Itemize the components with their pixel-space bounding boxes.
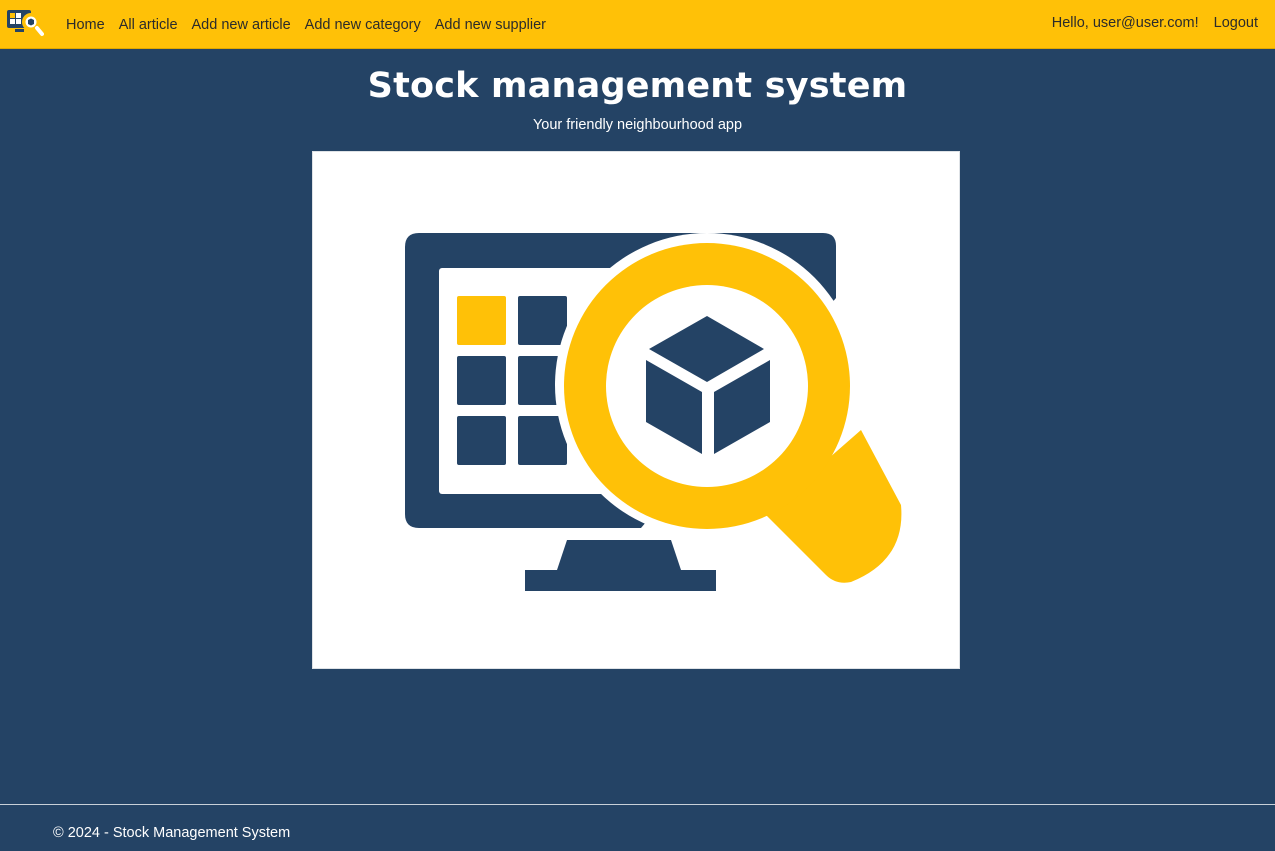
nav-links: Home All article Add new article Add new… xyxy=(59,0,553,46)
logout-link[interactable]: Logout xyxy=(1207,15,1265,31)
monitor-magnifier-box-icon xyxy=(313,152,959,668)
nav-link-add-new-category[interactable]: Add new category xyxy=(298,17,428,33)
hero-image xyxy=(312,151,960,669)
user-nav: Hello, user@user.com! Logout xyxy=(1045,0,1265,46)
nav-link-add-new-supplier[interactable]: Add new supplier xyxy=(428,17,553,33)
nav-link-all-article[interactable]: All article xyxy=(112,17,185,33)
user-greeting[interactable]: Hello, user@user.com! xyxy=(1045,15,1207,31)
nav-link-home[interactable]: Home xyxy=(59,17,112,33)
app-logo-icon[interactable] xyxy=(6,6,44,38)
nav-link-add-new-article[interactable]: Add new article xyxy=(185,17,298,33)
page-footer: © 2024 - Stock Management System xyxy=(0,804,1275,851)
top-navbar: Home All article Add new article Add new… xyxy=(0,0,1275,49)
footer-copyright: © 2024 - Stock Management System xyxy=(53,825,291,841)
page-subtitle: Your friendly neighbourhood app xyxy=(532,117,743,133)
page-title: Stock management system xyxy=(367,66,908,106)
